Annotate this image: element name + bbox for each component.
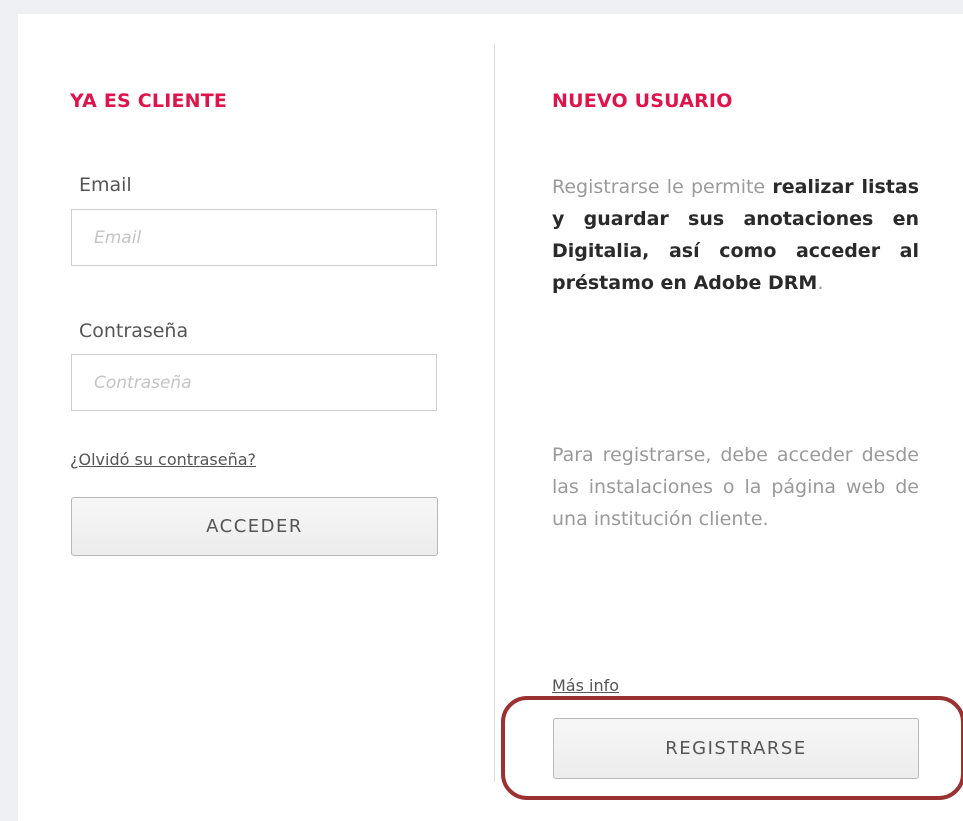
more-info-link[interactable]: Más info (552, 676, 619, 695)
register-button[interactable]: REGISTRARSE (553, 718, 919, 779)
password-input[interactable] (71, 354, 437, 411)
email-input[interactable] (71, 209, 437, 266)
intro-plain-text: Registrarse le permite (552, 176, 773, 198)
login-heading: YA ES CLIENTE (70, 90, 228, 112)
register-info-text: Para registrarse, debe acceder desde las… (552, 444, 919, 530)
forgot-password-link[interactable]: ¿Olvidó su contraseña? (70, 450, 256, 469)
intro-period: . (817, 272, 824, 294)
email-label: Email (79, 174, 132, 196)
register-intro-text: Registrarse le permite realizar listas y… (552, 171, 919, 299)
login-button[interactable]: ACCEDER (71, 497, 438, 556)
register-heading: NUEVO USUARIO (552, 90, 733, 112)
password-label: Contraseña (79, 320, 189, 342)
auth-panel (18, 14, 963, 821)
column-divider (494, 44, 495, 782)
